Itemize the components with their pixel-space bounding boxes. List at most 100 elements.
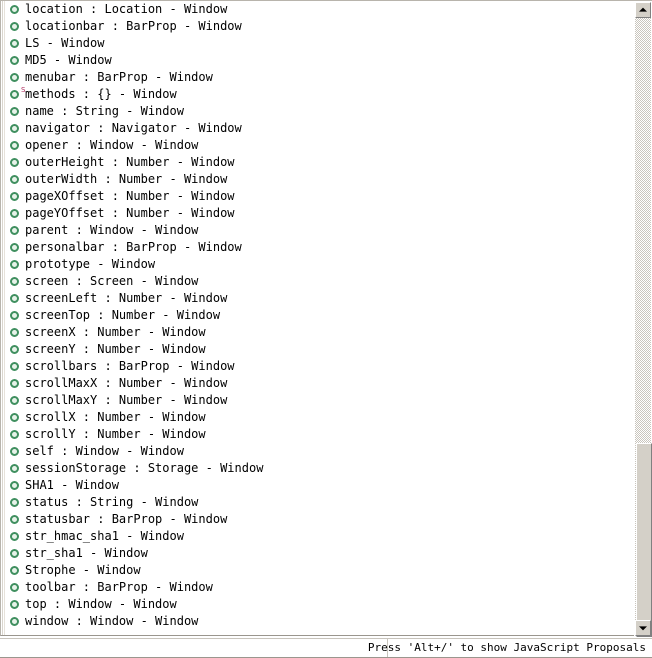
proposal-list-area[interactable]: location : Location - Window locationbar … <box>1 1 635 635</box>
proposal-label: screenX : Number - Window <box>25 325 206 339</box>
proposal-label: str_sha1 - Window <box>25 546 148 560</box>
public-member-icon <box>10 175 19 184</box>
public-member-icon <box>10 107 19 116</box>
proposal-item[interactable]: sessionStorage : Storage - Window <box>1 460 635 477</box>
proposal-label: statusbar : BarProp - Window <box>25 512 228 526</box>
proposal-item[interactable]: statusbar : BarProp - Window <box>1 511 635 528</box>
proposal-item[interactable]: pageXOffset : Number - Window <box>1 188 635 205</box>
proposal-item[interactable]: menubar : BarProp - Window <box>1 69 635 86</box>
proposal-item[interactable]: location : Location - Window <box>1 1 635 18</box>
static-member-badge: S <box>21 86 26 94</box>
scrollbar-thumb[interactable] <box>636 443 652 637</box>
proposal-item[interactable]: parent : Window - Window <box>1 222 635 239</box>
proposal-item[interactable]: MD5 - Window <box>1 52 635 69</box>
proposal-item[interactable]: SHA1 - Window <box>1 477 635 494</box>
proposal-label: scrollMaxY : Number - Window <box>25 393 228 407</box>
proposal-label: scrollbars : BarProp - Window <box>25 359 235 373</box>
proposal-item[interactable]: Strophe - Window <box>1 562 635 579</box>
proposal-label: personalbar : BarProp - Window <box>25 240 242 254</box>
proposal-label: outerWidth : Number - Window <box>25 172 228 186</box>
public-member-icon <box>10 532 19 541</box>
proposal-item[interactable]: locationbar : BarProp - Window <box>1 18 635 35</box>
public-member-icon <box>10 464 19 473</box>
proposal-label: pageYOffset : Number - Window <box>25 206 235 220</box>
public-member-icon <box>10 515 19 524</box>
proposal-item[interactable]: toolbar : BarProp - Window <box>1 579 635 596</box>
public-member-icon <box>10 362 19 371</box>
public-member-icon <box>10 413 19 422</box>
proposal-label: screenTop : Number - Window <box>25 308 221 322</box>
proposal-item[interactable]: top : Window - Window <box>1 596 635 613</box>
proposal-item[interactable]: Smethods : {} - Window <box>1 86 635 103</box>
proposal-label: scrollMaxX : Number - Window <box>25 376 228 390</box>
proposal-label: scrollX : Number - Window <box>25 410 206 424</box>
proposal-item[interactable]: screenTop : Number - Window <box>1 307 635 324</box>
proposal-label: Strophe - Window <box>25 563 141 577</box>
scroll-up-button[interactable] <box>635 2 651 18</box>
proposal-item[interactable]: name : String - Window <box>1 103 635 120</box>
proposal-item[interactable]: prototype - Window <box>1 256 635 273</box>
proposal-label: scrollY : Number - Window <box>25 427 206 441</box>
public-member-icon <box>10 124 19 133</box>
status-hint-text: Press 'Alt+/' to show JavaScript Proposa… <box>367 641 646 654</box>
proposal-item[interactable]: screen : Screen - Window <box>1 273 635 290</box>
public-member-icon <box>10 498 19 507</box>
proposal-item[interactable]: LS - Window <box>1 35 635 52</box>
proposal-item[interactable]: scrollX : Number - Window <box>1 409 635 426</box>
proposal-item[interactable]: str_sha1 - Window <box>1 545 635 562</box>
proposal-list[interactable]: location : Location - Window locationbar … <box>1 1 635 630</box>
public-member-icon <box>10 226 19 235</box>
proposal-label: sessionStorage : Storage - Window <box>25 461 264 475</box>
public-member-icon <box>10 260 19 269</box>
status-hint-bar: Press 'Alt+/' to show JavaScript Proposa… <box>0 638 652 658</box>
proposal-item[interactable]: scrollMaxX : Number - Window <box>1 375 635 392</box>
scroll-down-button[interactable] <box>635 620 651 636</box>
proposal-label: top : Window - Window <box>25 597 177 611</box>
proposal-item[interactable]: navigator : Navigator - Window <box>1 120 635 137</box>
proposal-label: prototype - Window <box>25 257 156 271</box>
proposal-item[interactable]: str_hmac_sha1 - Window <box>1 528 635 545</box>
proposal-label: name : String - Window <box>25 104 184 118</box>
public-member-icon <box>10 549 19 558</box>
proposal-item[interactable]: window : Window - Window <box>1 613 635 630</box>
public-member-icon: S <box>10 87 25 99</box>
scrollbar-track[interactable] <box>635 18 652 637</box>
vertical-scrollbar[interactable] <box>634 1 652 637</box>
public-member-icon <box>10 277 19 286</box>
proposal-item[interactable]: outerHeight : Number - Window <box>1 154 635 171</box>
public-member-icon <box>10 5 19 14</box>
proposal-label: location : Location - Window <box>25 2 228 16</box>
proposal-item[interactable]: outerWidth : Number - Window <box>1 171 635 188</box>
proposal-label: menubar : BarProp - Window <box>25 70 213 84</box>
proposal-item[interactable]: scrollMaxY : Number - Window <box>1 392 635 409</box>
proposal-item[interactable]: screenLeft : Number - Window <box>1 290 635 307</box>
public-member-icon <box>10 141 19 150</box>
proposal-label: parent : Window - Window <box>25 223 199 237</box>
public-member-icon <box>10 600 19 609</box>
proposal-label: MD5 - Window <box>25 53 112 67</box>
proposal-item[interactable]: scrollY : Number - Window <box>1 426 635 443</box>
proposal-label: screenY : Number - Window <box>25 342 206 356</box>
public-member-icon <box>10 294 19 303</box>
proposal-item[interactable]: screenY : Number - Window <box>1 341 635 358</box>
public-member-icon <box>10 22 19 31</box>
proposal-item[interactable]: status : String - Window <box>1 494 635 511</box>
proposal-item[interactable]: opener : Window - Window <box>1 137 635 154</box>
public-member-icon <box>10 209 19 218</box>
proposal-label: window : Window - Window <box>25 614 199 628</box>
proposal-item[interactable]: scrollbars : BarProp - Window <box>1 358 635 375</box>
public-member-icon <box>10 56 19 65</box>
public-member-icon <box>10 566 19 575</box>
proposal-item[interactable]: self : Window - Window <box>1 443 635 460</box>
proposal-label: LS - Window <box>25 36 105 50</box>
proposal-label: status : String - Window <box>25 495 199 509</box>
proposal-item[interactable]: screenX : Number - Window <box>1 324 635 341</box>
proposal-label: SHA1 - Window <box>25 478 119 492</box>
proposal-label: toolbar : BarProp - Window <box>25 580 213 594</box>
proposal-item[interactable]: personalbar : BarProp - Window <box>1 239 635 256</box>
proposal-label: outerHeight : Number - Window <box>25 155 235 169</box>
chevron-down-icon <box>639 626 647 631</box>
public-member-icon <box>10 396 19 405</box>
proposal-item[interactable]: pageYOffset : Number - Window <box>1 205 635 222</box>
public-member-icon <box>10 158 19 167</box>
